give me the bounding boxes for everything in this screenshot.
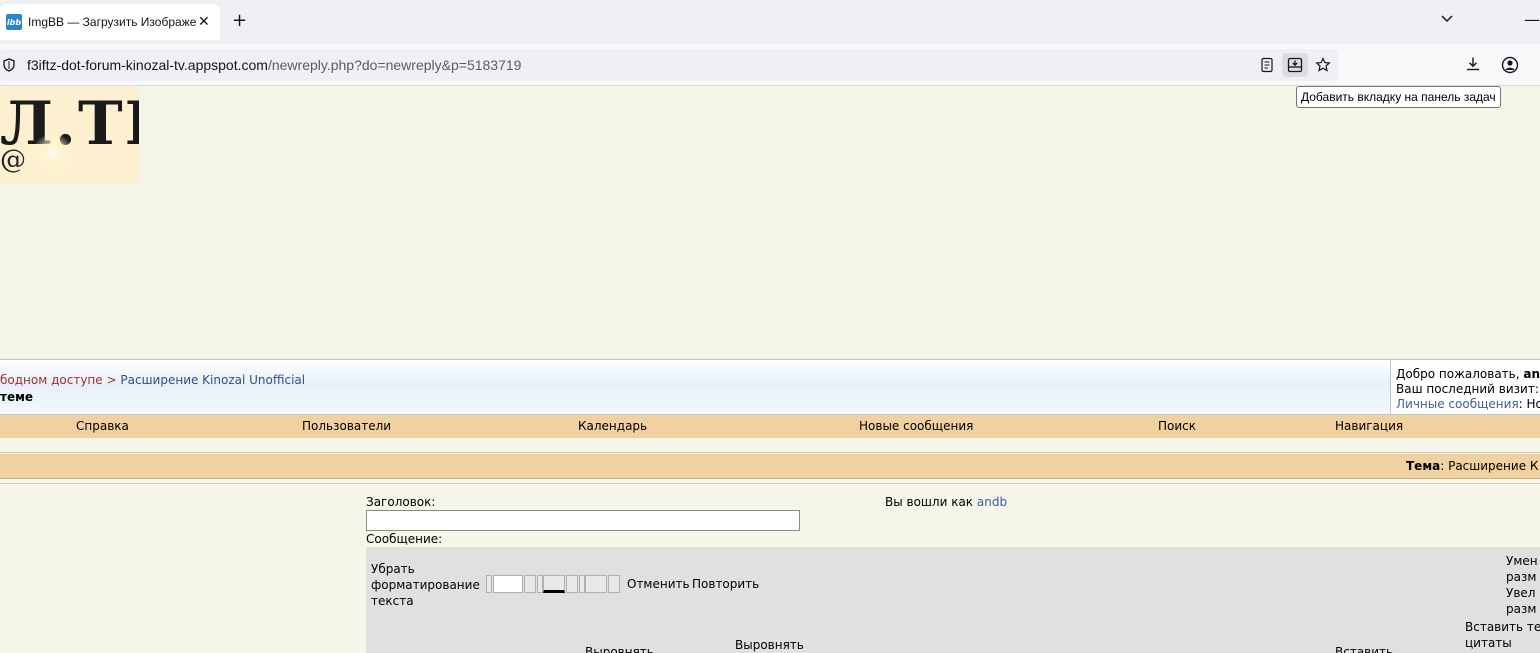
undo-button[interactable]: Отменить — [627, 577, 690, 591]
shield-icon[interactable] — [2, 58, 16, 72]
insert-quote-line1: Вставить те — [1465, 620, 1540, 634]
grow-editor-button-line2[interactable]: разм — [1506, 601, 1538, 617]
editor-toolbar: Убрать форматирование текста Отменить По… — [366, 547, 1540, 653]
thread-bar: Тема: Расширение К — [0, 454, 1540, 479]
account-icon[interactable] — [1501, 56, 1519, 74]
logo-at: @ — [0, 145, 26, 175]
nav-members[interactable]: Пользователи — [302, 419, 391, 433]
tab-title: ImgBB — Загрузить Изображе — [28, 15, 196, 29]
color-dropdown-button[interactable] — [566, 575, 578, 593]
browser-tab[interactable]: ibb ImgBB — Загрузить Изображе ✕ — [0, 4, 220, 40]
tooltip: Добавить вкладку на панель задач — [1296, 86, 1501, 108]
url-host: f3iftz-dot-forum-kinozal-tv.appspot.com — [27, 57, 268, 73]
logged-in-prefix: Вы вошли как — [885, 495, 977, 509]
redo-button[interactable]: Повторить — [692, 577, 759, 591]
logo-sparkle — [28, 129, 78, 179]
user-panel: Добро пожаловать, anc Ваш последний визи… — [1390, 360, 1540, 414]
browser-tab-bar: ibb ImgBB — Загрузить Изображе ✕ + — — [0, 0, 1540, 44]
shrink-editor-button-line2[interactable]: разм — [1506, 569, 1538, 585]
nav-search[interactable]: Поиск — [1158, 419, 1196, 433]
message-label: Сообщение: — [366, 532, 443, 546]
thread-value: : Расширение К — [1440, 459, 1539, 473]
shrink-editor-button[interactable]: Умен — [1506, 553, 1538, 569]
imgbb-favicon-icon: ibb — [6, 14, 22, 30]
private-messages-status: : Но — [1518, 397, 1540, 411]
breadcrumb-link-thread[interactable]: Расширение Kinozal Unofficial — [120, 373, 305, 387]
tab-list-chevron-icon[interactable] — [1440, 12, 1454, 28]
bookmark-star-icon[interactable] — [1315, 57, 1331, 73]
downloads-icon[interactable] — [1465, 56, 1481, 72]
window-minimize-icon[interactable]: — — [1524, 10, 1540, 29]
pin-to-taskbar-icon — [1287, 57, 1303, 73]
pin-to-taskbar-button[interactable] — [1282, 53, 1308, 77]
forum-header: бодном доступе > Расширение Kinozal Unof… — [0, 359, 1540, 415]
font-dropdown-button[interactable] — [524, 575, 536, 593]
logged-in-text: Вы вошли как andb — [885, 495, 1007, 509]
nav-calendar[interactable]: Календарь — [578, 419, 647, 433]
welcome-text: Добро пожаловать, — [1396, 367, 1524, 381]
url-bar[interactable]: f3iftz-dot-forum-kinozal-tv.appspot.com/… — [0, 49, 1338, 81]
last-visit-text: Ваш последний визит: — [1396, 382, 1539, 396]
toolbar-separator — [486, 575, 492, 593]
private-messages-link[interactable]: Личные сообщения — [1396, 397, 1519, 411]
breadcrumb-separator: > — [106, 373, 117, 387]
reader-view-icon[interactable] — [1259, 57, 1275, 73]
size-select[interactable] — [585, 575, 607, 593]
font-select[interactable] — [493, 575, 523, 593]
logged-in-user-link[interactable]: andb — [977, 495, 1007, 509]
resize-controls: Умен разм Увел разм — [1506, 553, 1538, 617]
username-link[interactable]: anc — [1523, 367, 1540, 381]
align-button-2[interactable]: Выровнять — [735, 637, 804, 653]
spacer — [0, 438, 1540, 453]
forum-nav-menu: Справка Пользователи Календарь Новые соо… — [0, 415, 1540, 438]
title-label: Заголовок: — [366, 495, 436, 509]
insert-button[interactable]: Вставить — [1335, 645, 1393, 653]
breadcrumb: бодном доступе > Расширение Kinozal Unof… — [0, 373, 305, 387]
page-subtitle: теме — [0, 390, 34, 404]
nav-help[interactable]: Справка — [76, 419, 129, 433]
site-logo[interactable]: Л.ТВ @ — [0, 87, 139, 183]
thread-label: Тема — [1406, 459, 1441, 473]
tab-close-icon[interactable]: ✕ — [198, 14, 210, 30]
new-tab-plus-icon[interactable]: + — [232, 12, 247, 30]
insert-quote-button[interactable]: Вставить те цитаты — [1465, 619, 1540, 651]
browser-nav-bar: f3iftz-dot-forum-kinozal-tv.appspot.com/… — [0, 44, 1540, 86]
insert-quote-line2: цитаты — [1465, 636, 1512, 650]
align-button[interactable]: Выровнять — [585, 645, 654, 653]
url-path: /newreply.php?do=newreply&p=5183719 — [267, 57, 522, 73]
clear-formatting-button[interactable]: Убрать форматирование текста — [371, 561, 480, 609]
thread-title: Тема: Расширение К — [1406, 459, 1538, 473]
grow-editor-button[interactable]: Увел — [1506, 585, 1538, 601]
reply-form: Заголовок: Вы вошли как andb Сообщение: … — [0, 483, 1540, 653]
text-color-button[interactable] — [543, 575, 565, 593]
nav-new-posts[interactable]: Новые сообщения — [859, 419, 973, 433]
size-dropdown-button[interactable] — [608, 575, 620, 593]
url-text[interactable]: f3iftz-dot-forum-kinozal-tv.appspot.com/… — [27, 57, 521, 73]
nav-navigation[interactable]: Навигация — [1335, 419, 1403, 433]
title-input[interactable] — [366, 510, 800, 531]
breadcrumb-link-forum[interactable]: бодном доступе — [0, 373, 103, 387]
